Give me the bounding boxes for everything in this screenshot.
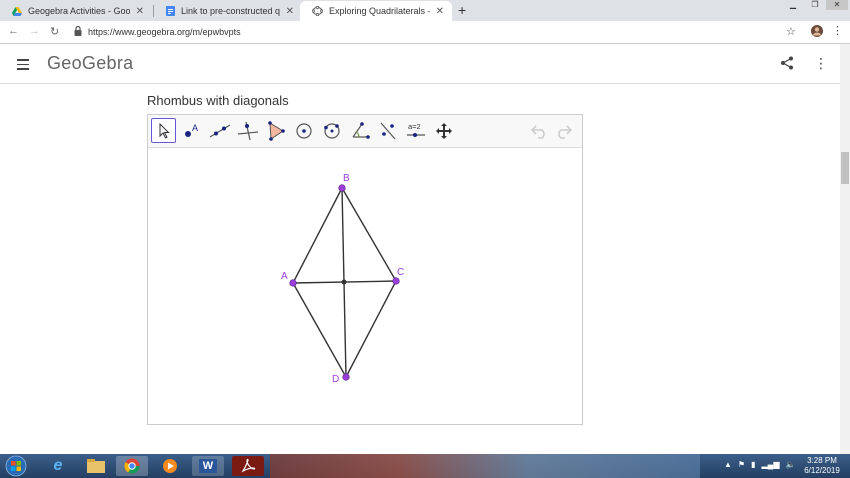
point-c[interactable] bbox=[392, 277, 400, 285]
move-tool-button[interactable] bbox=[151, 118, 176, 143]
point-tool-button[interactable]: A bbox=[179, 118, 204, 143]
segment-ab[interactable] bbox=[292, 187, 343, 284]
share-icon[interactable] bbox=[780, 56, 794, 70]
google-drive-icon bbox=[12, 6, 22, 16]
signal-icon[interactable]: ▂▄▆ bbox=[762, 460, 780, 469]
hamburger-menu-icon[interactable] bbox=[17, 59, 29, 70]
undo-icon[interactable] bbox=[531, 123, 549, 139]
system-tray: ▲ ⚑ ▮ ▂▄▆ 🔈 bbox=[724, 460, 795, 469]
point-icon: A bbox=[184, 123, 198, 137]
tab-title: Link to pre-constructed quads - E bbox=[181, 6, 280, 16]
profile-avatar[interactable] bbox=[811, 25, 823, 37]
angle-icon bbox=[352, 121, 370, 139]
circle-center-point-icon bbox=[295, 122, 312, 139]
windows-start-icon[interactable] bbox=[4, 455, 28, 477]
tab-title: Geogebra Activities - Google Dr… bbox=[28, 6, 130, 16]
circle-three-points-tool-button[interactable] bbox=[319, 118, 344, 143]
show-hidden-icons-icon[interactable]: ▲ bbox=[724, 460, 732, 469]
new-tab-button[interactable]: + bbox=[458, 2, 466, 18]
segment-da[interactable] bbox=[292, 282, 347, 378]
move-graphics-arrows-icon bbox=[435, 122, 452, 139]
page-scrollbar[interactable] bbox=[840, 44, 850, 454]
scrollbar-thumb[interactable] bbox=[841, 152, 849, 184]
file-explorer-icon[interactable] bbox=[80, 456, 112, 476]
lock-icon bbox=[74, 26, 82, 36]
tab-exploring-quadrilaterals[interactable]: Exploring Quadrilaterals – GeoGe ✕ bbox=[300, 1, 452, 21]
intersection-point[interactable] bbox=[341, 279, 347, 285]
move-graphics-tool-button[interactable] bbox=[431, 118, 456, 143]
docs-icon bbox=[166, 6, 175, 16]
slider-label: a=2 bbox=[408, 122, 421, 131]
chrome-icon[interactable] bbox=[116, 456, 148, 476]
geogebra-logo[interactable]: GeoGebra bbox=[47, 53, 133, 74]
point-b[interactable] bbox=[338, 184, 346, 192]
circle-three-points-icon bbox=[323, 122, 340, 139]
tab-title: Exploring Quadrilaterals – GeoGe bbox=[329, 6, 430, 16]
point-d[interactable] bbox=[342, 373, 350, 381]
network-icon[interactable]: ▮ bbox=[751, 460, 755, 469]
browser-toolbar: ← → ↻ https://www.geogebra.org/m/epwbvpt… bbox=[0, 21, 850, 44]
tab-link-quads[interactable]: Link to pre-constructed quads - E ✕ bbox=[154, 1, 302, 21]
internet-explorer-icon[interactable]: e bbox=[42, 456, 74, 476]
applet-title: Rhombus with diagonals bbox=[147, 93, 289, 108]
volume-icon[interactable]: 🔈 bbox=[785, 460, 795, 469]
word-icon[interactable]: W bbox=[192, 456, 224, 476]
graphics-view[interactable]: A B C D bbox=[148, 148, 582, 424]
tab-strip: Geogebra Activities - Google Dr… ✕ Link … bbox=[0, 0, 850, 21]
windows-taskbar: e W ▲ ⚑ ▮ ▂▄▆ 🔈 3:28 PM 6/12/2019 bbox=[0, 454, 850, 478]
polygon-tool-button[interactable] bbox=[263, 118, 288, 143]
clock-time: 3:28 PM bbox=[807, 456, 837, 465]
reflect-tool-button[interactable] bbox=[375, 118, 400, 143]
redo-icon[interactable] bbox=[554, 123, 572, 139]
point-a[interactable] bbox=[289, 279, 297, 287]
action-center-icon[interactable]: ⚑ bbox=[738, 460, 745, 469]
reflect-about-line-icon bbox=[380, 122, 395, 139]
reload-icon[interactable]: ↻ bbox=[50, 25, 59, 38]
perpendicular-tool-button[interactable] bbox=[235, 118, 260, 143]
close-icon[interactable]: ✕ bbox=[436, 6, 444, 17]
close-window-icon[interactable]: ✕ bbox=[826, 0, 848, 10]
tab-geogebra-activities[interactable]: Geogebra Activities - Google Dr… ✕ bbox=[0, 1, 152, 21]
polygon-icon bbox=[267, 120, 285, 141]
taskbar-wallpaper-strip bbox=[270, 454, 700, 478]
more-options-icon[interactable]: ⋮ bbox=[814, 56, 828, 70]
maximize-icon[interactable]: ❐ bbox=[804, 0, 826, 10]
geogebra-icon bbox=[312, 6, 323, 16]
geogebra-applet: A a=2 A B C D bbox=[147, 114, 583, 425]
clock-date: 6/12/2019 bbox=[804, 466, 840, 475]
line-icon bbox=[209, 123, 230, 138]
back-arrow-icon[interactable]: ← bbox=[8, 25, 19, 37]
label-a: A bbox=[281, 271, 288, 282]
segment-bc[interactable] bbox=[341, 187, 397, 282]
slider-tool-button[interactable]: a=2 bbox=[403, 118, 428, 143]
taskbar-clock[interactable]: 3:28 PM 6/12/2019 bbox=[800, 456, 844, 476]
minimize-icon[interactable]: ▁ bbox=[782, 0, 804, 10]
url-bar[interactable]: https://www.geogebra.org/m/epwbvpts bbox=[88, 27, 241, 37]
perpendicular-line-icon bbox=[237, 121, 258, 140]
label-b: B bbox=[343, 173, 350, 184]
slider-icon: a=2 bbox=[406, 122, 425, 137]
segment-cd[interactable] bbox=[345, 280, 397, 378]
cursor-arrow-icon bbox=[159, 122, 170, 139]
acrobat-icon[interactable] bbox=[232, 456, 264, 476]
line-tool-button[interactable] bbox=[207, 118, 232, 143]
geogebra-toolbar: A a=2 bbox=[148, 115, 582, 148]
window-controls: ▁ ❐ ✕ bbox=[782, 0, 848, 10]
close-icon[interactable]: ✕ bbox=[286, 6, 294, 17]
label-d: D bbox=[332, 374, 339, 385]
bookmark-star-icon[interactable]: ☆ bbox=[786, 25, 796, 38]
media-player-icon[interactable] bbox=[154, 456, 186, 476]
close-icon[interactable]: ✕ bbox=[136, 6, 144, 17]
svg-text:A: A bbox=[192, 123, 198, 133]
circle-tool-button[interactable] bbox=[291, 118, 316, 143]
label-c: C bbox=[397, 267, 404, 278]
angle-tool-button[interactable] bbox=[347, 118, 372, 143]
geogebra-header: GeoGebra ⋮ bbox=[0, 44, 840, 84]
browser-menu-icon[interactable]: ⋮ bbox=[832, 24, 843, 37]
forward-arrow-icon[interactable]: → bbox=[29, 25, 40, 37]
